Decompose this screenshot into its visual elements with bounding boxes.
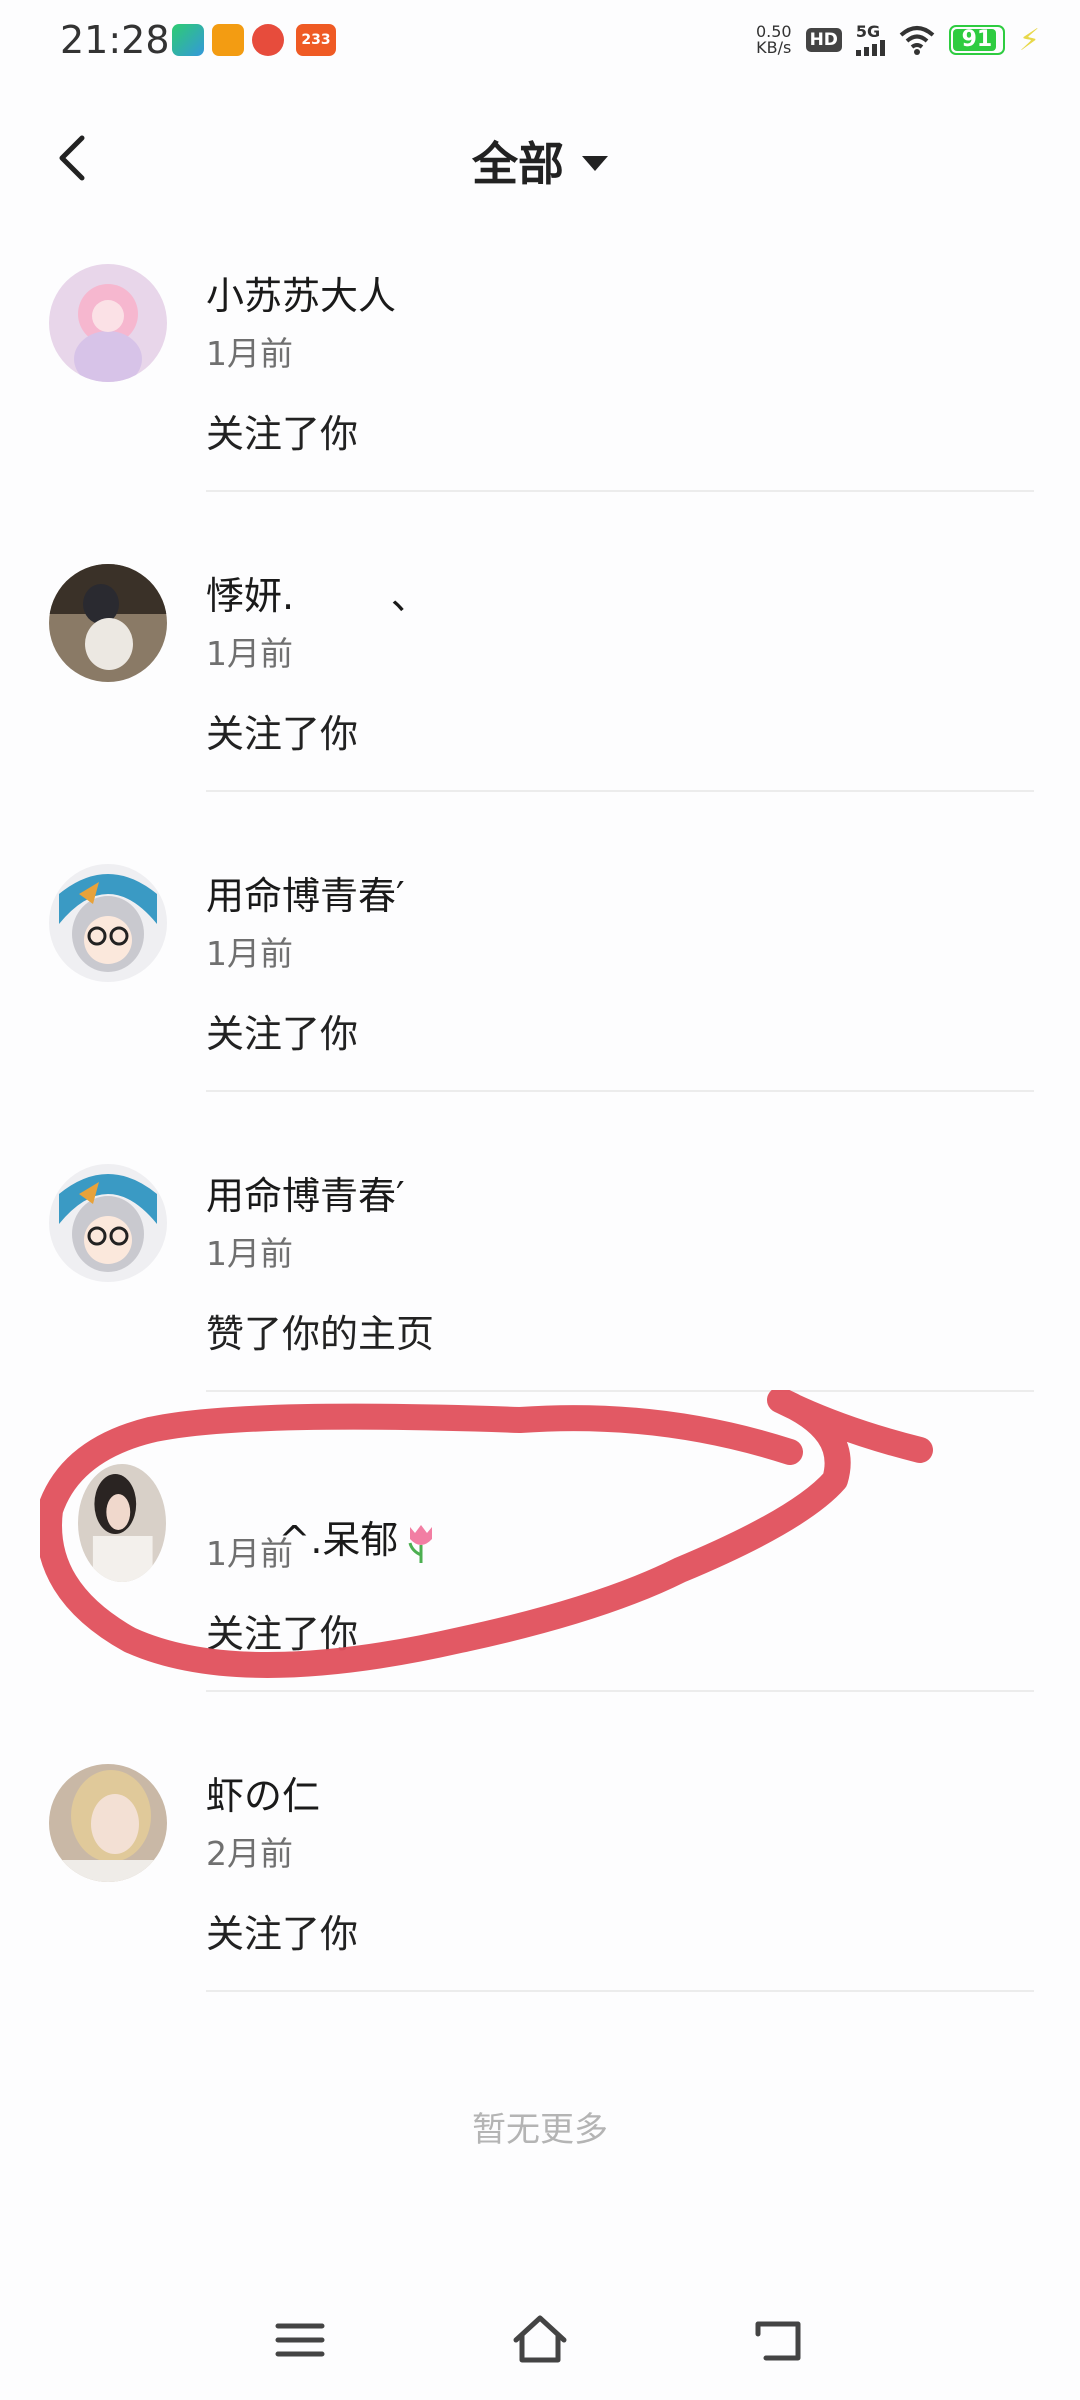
status-bar: 21:28 233 0.50 KB/s HD 5G 91 ⚡ (0, 0, 1080, 80)
caret-down-icon (582, 156, 608, 171)
tulip-icon (408, 1524, 433, 1563)
list-item[interactable]: 用命博青春′ 1月前 关注了你 (0, 840, 1080, 1140)
user-name[interactable]: 悸妍. 、 (206, 565, 429, 620)
user-name: ^.呆郁 (278, 1518, 399, 1562)
user-name[interactable]: 用命博青春′ (206, 1165, 405, 1220)
network-speed: 0.50 KB/s (756, 24, 792, 56)
network-speed-unit: KB/s (756, 38, 792, 57)
divider (206, 1990, 1034, 1992)
wifi-icon (899, 26, 935, 55)
233-app-label: 233 (301, 32, 331, 48)
time-ago: 1月前 (206, 1534, 293, 1573)
list-item[interactable]: 小苏苏大人 1月前 关注了你 (0, 240, 1080, 540)
signal-icon: 5G (855, 22, 885, 56)
video-app-icon (172, 24, 204, 56)
return-icon[interactable] (750, 2310, 810, 2370)
cartoon-glasses-avatar[interactable] (49, 864, 167, 982)
list-item[interactable]: ^.呆郁 1月前 关注了你 (0, 1440, 1080, 1740)
filter-dropdown[interactable]: 全部 (0, 128, 1080, 194)
divider (206, 1390, 1034, 1392)
battery-icon: 91 (948, 25, 1005, 55)
list-item[interactable]: 虾の仁 2月前 关注了你 (0, 1740, 1080, 2040)
action-text: 关注了你 (206, 1612, 359, 1656)
time-ago: 1月前 (206, 1234, 293, 1273)
navigation-bar (0, 2290, 1080, 2380)
time-ago: 2月前 (206, 1834, 293, 1873)
no-more-text: 暂无更多 (472, 2110, 608, 2150)
charging-icon: ⚡ (1018, 22, 1040, 58)
page-title: 全部 (472, 137, 564, 191)
anime-girl-pink-avatar[interactable] (49, 264, 167, 382)
header: 全部 (0, 110, 1080, 210)
status-indicators: 0.50 KB/s HD 5G 91 ⚡ (756, 20, 1040, 60)
divider (206, 1690, 1034, 1692)
divider (206, 790, 1034, 792)
status-time: 21:28 (60, 18, 170, 62)
action-text: 关注了你 (206, 712, 359, 756)
menu-icon[interactable] (270, 2310, 330, 2370)
time-ago: 1月前 (206, 634, 293, 673)
action-text: 赞了你的主页 (206, 1312, 435, 1356)
battery-level: 91 (961, 27, 993, 52)
blonde-girl-avatar[interactable] (49, 1764, 167, 1882)
list-item[interactable]: 悸妍. 、 1月前 关注了你 (0, 540, 1080, 840)
cartoon-glasses-avatar[interactable] (49, 1164, 167, 1282)
home-icon[interactable] (510, 2310, 570, 2370)
user-name[interactable]: 虾の仁 (206, 1765, 320, 1820)
hd-badge: HD (805, 28, 842, 52)
divider (206, 1090, 1034, 1092)
live-app-icon (252, 24, 284, 56)
time-ago: 1月前 (206, 934, 293, 973)
action-text: 关注了你 (206, 1012, 359, 1056)
action-text: 关注了你 (206, 412, 359, 456)
girl-photo-avatar[interactable] (78, 1464, 166, 1582)
action-text: 关注了你 (206, 1912, 359, 1956)
user-name[interactable]: 小苏苏大人 (206, 265, 396, 320)
player-app-icon (212, 24, 244, 56)
list-item[interactable]: 用命博青春′ 1月前 赞了你的主页 (0, 1140, 1080, 1440)
network-type: 5G (855, 22, 881, 41)
time-ago: 1月前 (206, 334, 293, 373)
233-app-icon: 233 (296, 24, 336, 56)
divider (206, 490, 1034, 492)
user-name[interactable]: 用命博青春′ (206, 865, 405, 920)
cosplay-photo-avatar[interactable] (49, 564, 167, 682)
